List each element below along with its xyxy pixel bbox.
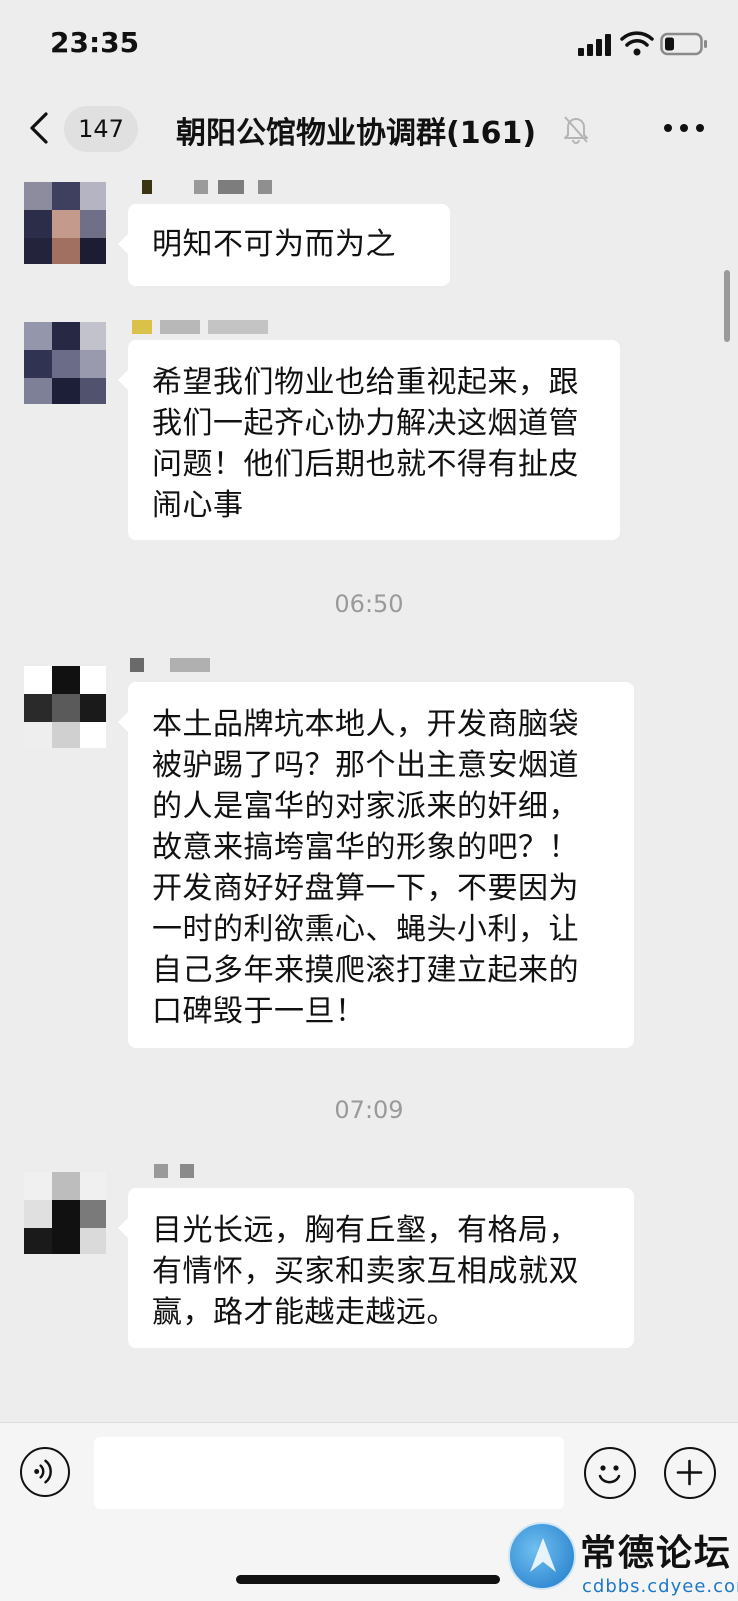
back-icon[interactable] [24,110,56,146]
avatar[interactable] [24,1172,106,1254]
chat-title[interactable]: 朝阳公馆物业协调群(161) [176,108,536,152]
time-divider: 07:09 [334,1096,404,1124]
sender-name-pixelated [130,658,280,674]
message-bubble[interactable]: 希望我们物业也给重视起来，跟我们一起齐心协力解决这烟道管问题！他们后期也就不得有… [118,340,620,540]
sender-name-pixelated [130,1164,280,1180]
status-bar: 23:35 [0,0,738,90]
watermark-name: 常德论坛 [580,1532,733,1574]
plus-icon[interactable] [664,1447,716,1499]
battery-icon [660,32,707,56]
chat-header: 147 朝阳公馆物业协调群(161) [0,96,738,162]
forum-watermark: 常德论坛 cdbbs.cdyee.com [508,1522,738,1600]
message-bubble[interactable]: 明知不可为而为之 [118,204,450,286]
message-bubble[interactable]: 目光长远，胸有丘壑，有格局，有情怀，买家和卖家互相成就双赢，路才能越走越远。 [118,1188,634,1348]
avatar[interactable] [24,666,106,748]
chat-message-list[interactable]: 明知不可为而为之 希望我们物业也给重视起来，跟我们一起齐心协力解决这烟道管问题！… [0,160,738,1422]
watermark-logo [508,1522,576,1590]
message-input[interactable] [94,1437,564,1509]
unread-count-badge[interactable]: 147 [64,106,138,152]
sender-name-pixelated [130,180,280,196]
watermark-url: cdbbs.cdyee.com [582,1576,738,1597]
home-indicator[interactable] [236,1575,500,1584]
wifi-icon [620,31,654,56]
more-icon[interactable] [664,124,704,134]
signal-icon [578,34,612,56]
time-divider: 06:50 [334,590,404,618]
sender-name-pixelated [130,320,280,336]
avatar[interactable] [24,322,106,404]
mute-icon [564,116,588,144]
status-time: 23:35 [50,26,140,59]
avatar[interactable] [24,182,106,264]
voice-icon[interactable] [20,1447,70,1497]
emoji-icon[interactable] [584,1447,636,1499]
message-bubble[interactable]: 本土品牌坑本地人，开发商脑袋被驴踢了吗？那个出主意安烟道的人是富华的对家派来的奸… [118,682,634,1048]
scrollbar[interactable] [724,270,730,342]
